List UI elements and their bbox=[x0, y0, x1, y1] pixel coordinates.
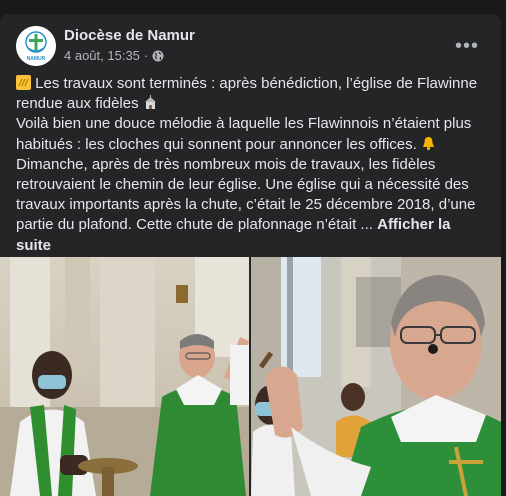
text-segment: habitués : les cloches qui sonnent pour … bbox=[16, 135, 417, 153]
text-segment: rendue aux fidèles bbox=[16, 95, 139, 113]
logo-text: NAMUR bbox=[27, 56, 46, 62]
bell-emoji-icon bbox=[421, 136, 436, 151]
sparkles-emoji-icon bbox=[16, 75, 31, 90]
post-message: Les travaux sont terminés : après bénédi… bbox=[16, 74, 490, 256]
photo-blessing-right[interactable] bbox=[251, 257, 501, 496]
text-segment: partie du plafond. Cette chute de plafon… bbox=[16, 216, 373, 234]
globe-icon[interactable] bbox=[152, 50, 164, 62]
more-options-icon[interactable]: ••• bbox=[449, 28, 485, 64]
text-line: travaux importants après la chute, c’éta… bbox=[16, 196, 476, 214]
text-line: Voilà bien une douce mélodie à laquelle … bbox=[16, 115, 472, 133]
text-line: retrouvaient le chemin de leur église. U… bbox=[16, 176, 469, 194]
text-segment: Les travaux sont terminés : après bénédi… bbox=[35, 75, 478, 92]
diocese-logo-icon: NAMUR bbox=[16, 26, 56, 66]
post-timestamp[interactable]: 4 août, 15:35 bbox=[64, 48, 140, 63]
text-line: partie du plafond. Cette chute de plafon… bbox=[16, 215, 490, 235]
see-more-link[interactable]: Afficher la bbox=[377, 216, 450, 233]
page-avatar[interactable]: NAMUR bbox=[16, 26, 56, 66]
post-photos bbox=[0, 257, 501, 496]
see-more-link-continued[interactable]: suite bbox=[16, 237, 51, 254]
post-header: NAMUR Diocèse de Namur 4 août, 15:35 · •… bbox=[16, 26, 485, 66]
photo-blessing-left[interactable] bbox=[0, 257, 249, 496]
meta-separator: · bbox=[143, 48, 149, 63]
post-card: NAMUR Diocèse de Namur 4 août, 15:35 · •… bbox=[0, 14, 501, 496]
church-emoji-icon bbox=[143, 95, 158, 110]
text-line: rendue aux fidèles bbox=[16, 94, 490, 114]
post-meta: 4 août, 15:35 · bbox=[64, 48, 164, 63]
text-line: Dimanche, après de très nombreux mois de… bbox=[16, 155, 436, 173]
text-line: Les travaux sont terminés : après bénédi… bbox=[16, 74, 490, 94]
text-line: habitués : les cloches qui sonnent pour … bbox=[16, 135, 490, 155]
page-name-link[interactable]: Diocèse de Namur bbox=[64, 27, 195, 44]
text-line: suite bbox=[16, 236, 490, 256]
